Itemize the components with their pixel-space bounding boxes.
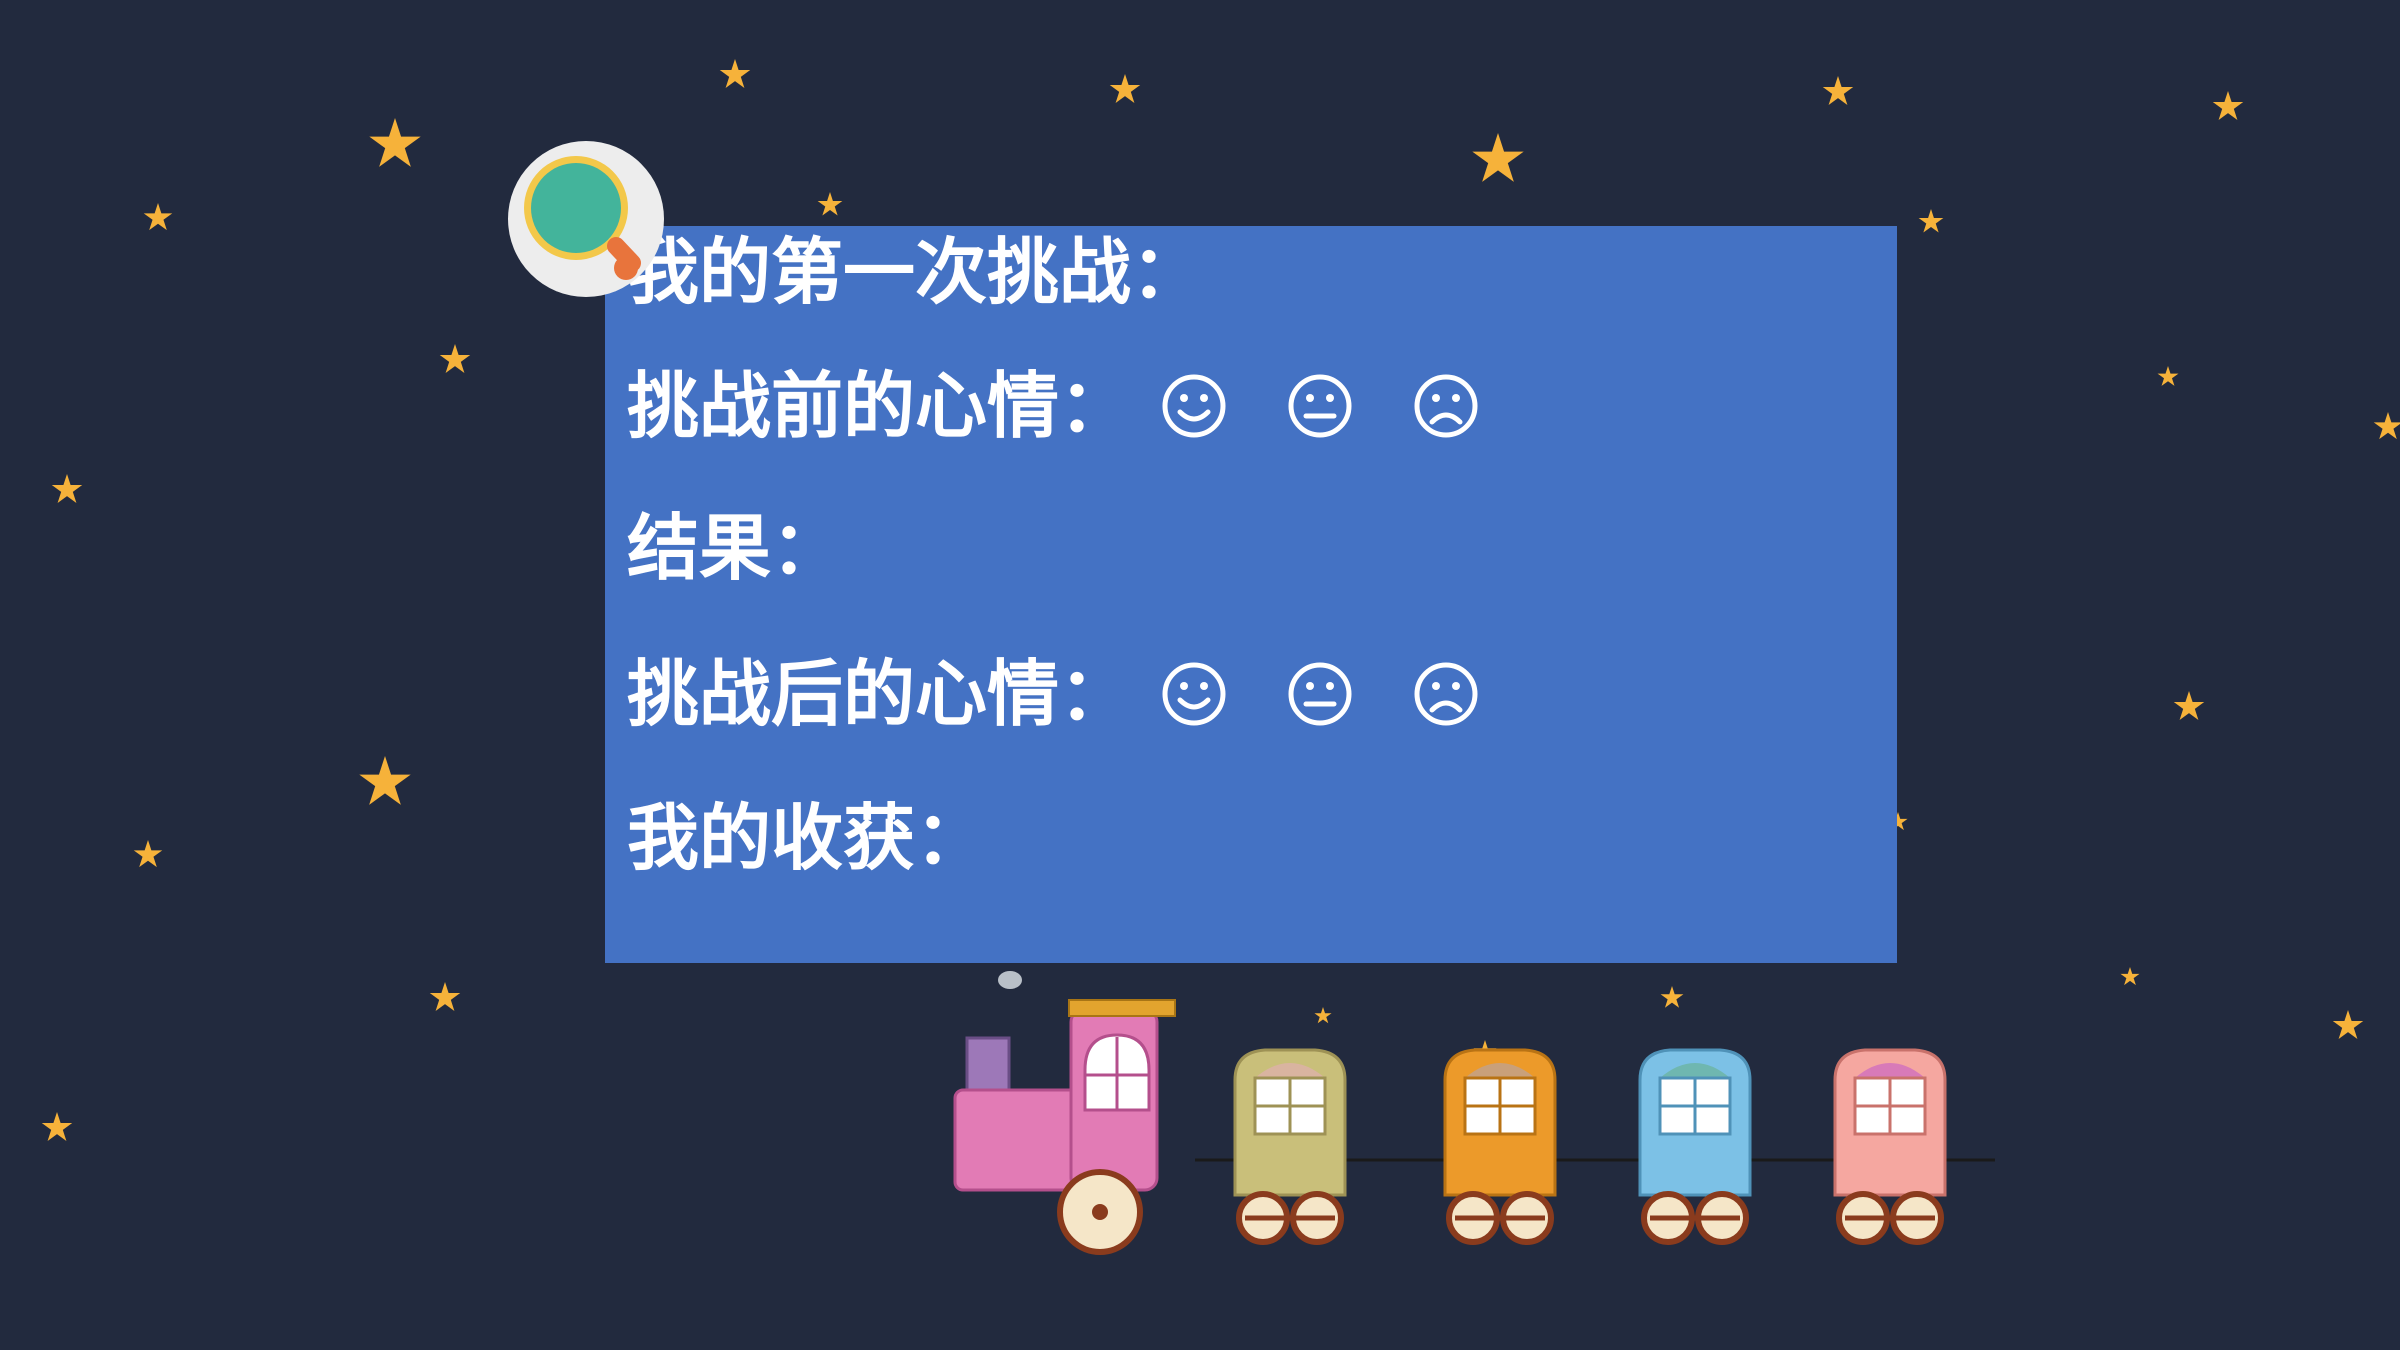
mood-after-label: 挑战后的心情： xyxy=(627,652,1132,736)
mood-before-label: 挑战前的心情： xyxy=(627,364,1132,448)
star-icon xyxy=(41,1112,73,1141)
train-car xyxy=(1443,1048,1557,1245)
star-icon xyxy=(2157,366,2179,386)
train-illustration xyxy=(953,971,1995,1255)
result-line: 结果： xyxy=(627,498,843,598)
mood-after-faces xyxy=(1161,661,1479,727)
star-icon xyxy=(51,474,83,503)
star-icon xyxy=(2173,691,2205,720)
star-icon xyxy=(143,203,173,231)
smiling-face-icon xyxy=(1162,662,1226,726)
star-icon xyxy=(1822,76,1854,105)
star-icon xyxy=(2120,967,2140,986)
train-car xyxy=(1638,1048,1752,1245)
mood-before-faces xyxy=(1161,373,1479,439)
star-icon xyxy=(2212,91,2244,120)
slide: 结果： 我的第一次挑战： 挑战前的心情： 挑战后的心情： 我的收获： xyxy=(0,0,2400,1350)
mood-before-line: 挑战前的心情： xyxy=(627,356,1479,456)
star-icon xyxy=(429,982,461,1011)
neutral-face-icon xyxy=(1288,374,1352,438)
smiling-face-icon xyxy=(1162,374,1226,438)
magnifier-icon xyxy=(508,141,664,297)
star-icon xyxy=(1109,74,1141,103)
star-icon xyxy=(439,344,471,373)
locomotive xyxy=(953,999,1176,1255)
star-icon xyxy=(359,756,411,805)
star-icon xyxy=(2373,412,2400,440)
star-icon xyxy=(2332,1010,2364,1039)
first-challenge-line: 我的第一次挑战： xyxy=(627,222,1203,322)
content-panel: 结果： 我的第一次挑战： 挑战前的心情： 挑战后的心情： 我的收获： xyxy=(605,226,1897,963)
first-challenge-label: 我的第一次挑战： xyxy=(627,230,1204,314)
frowning-face-icon xyxy=(1414,374,1478,438)
harvest-label: 我的收获： xyxy=(627,796,988,880)
star-icon xyxy=(369,118,421,167)
star-icon xyxy=(1918,209,1944,233)
neutral-face-icon xyxy=(1288,662,1352,726)
mood-after-line: 挑战后的心情： xyxy=(627,644,1479,744)
star-icon xyxy=(133,840,163,868)
train-car xyxy=(1233,1048,1347,1245)
train-car xyxy=(1833,1048,1947,1245)
frowning-face-icon xyxy=(1414,662,1478,726)
result-label: 结果： xyxy=(627,506,844,590)
star-icon xyxy=(719,59,751,88)
star-icon xyxy=(1472,133,1524,182)
harvest-line: 我的收获： xyxy=(627,788,987,888)
star-icon xyxy=(817,192,843,216)
